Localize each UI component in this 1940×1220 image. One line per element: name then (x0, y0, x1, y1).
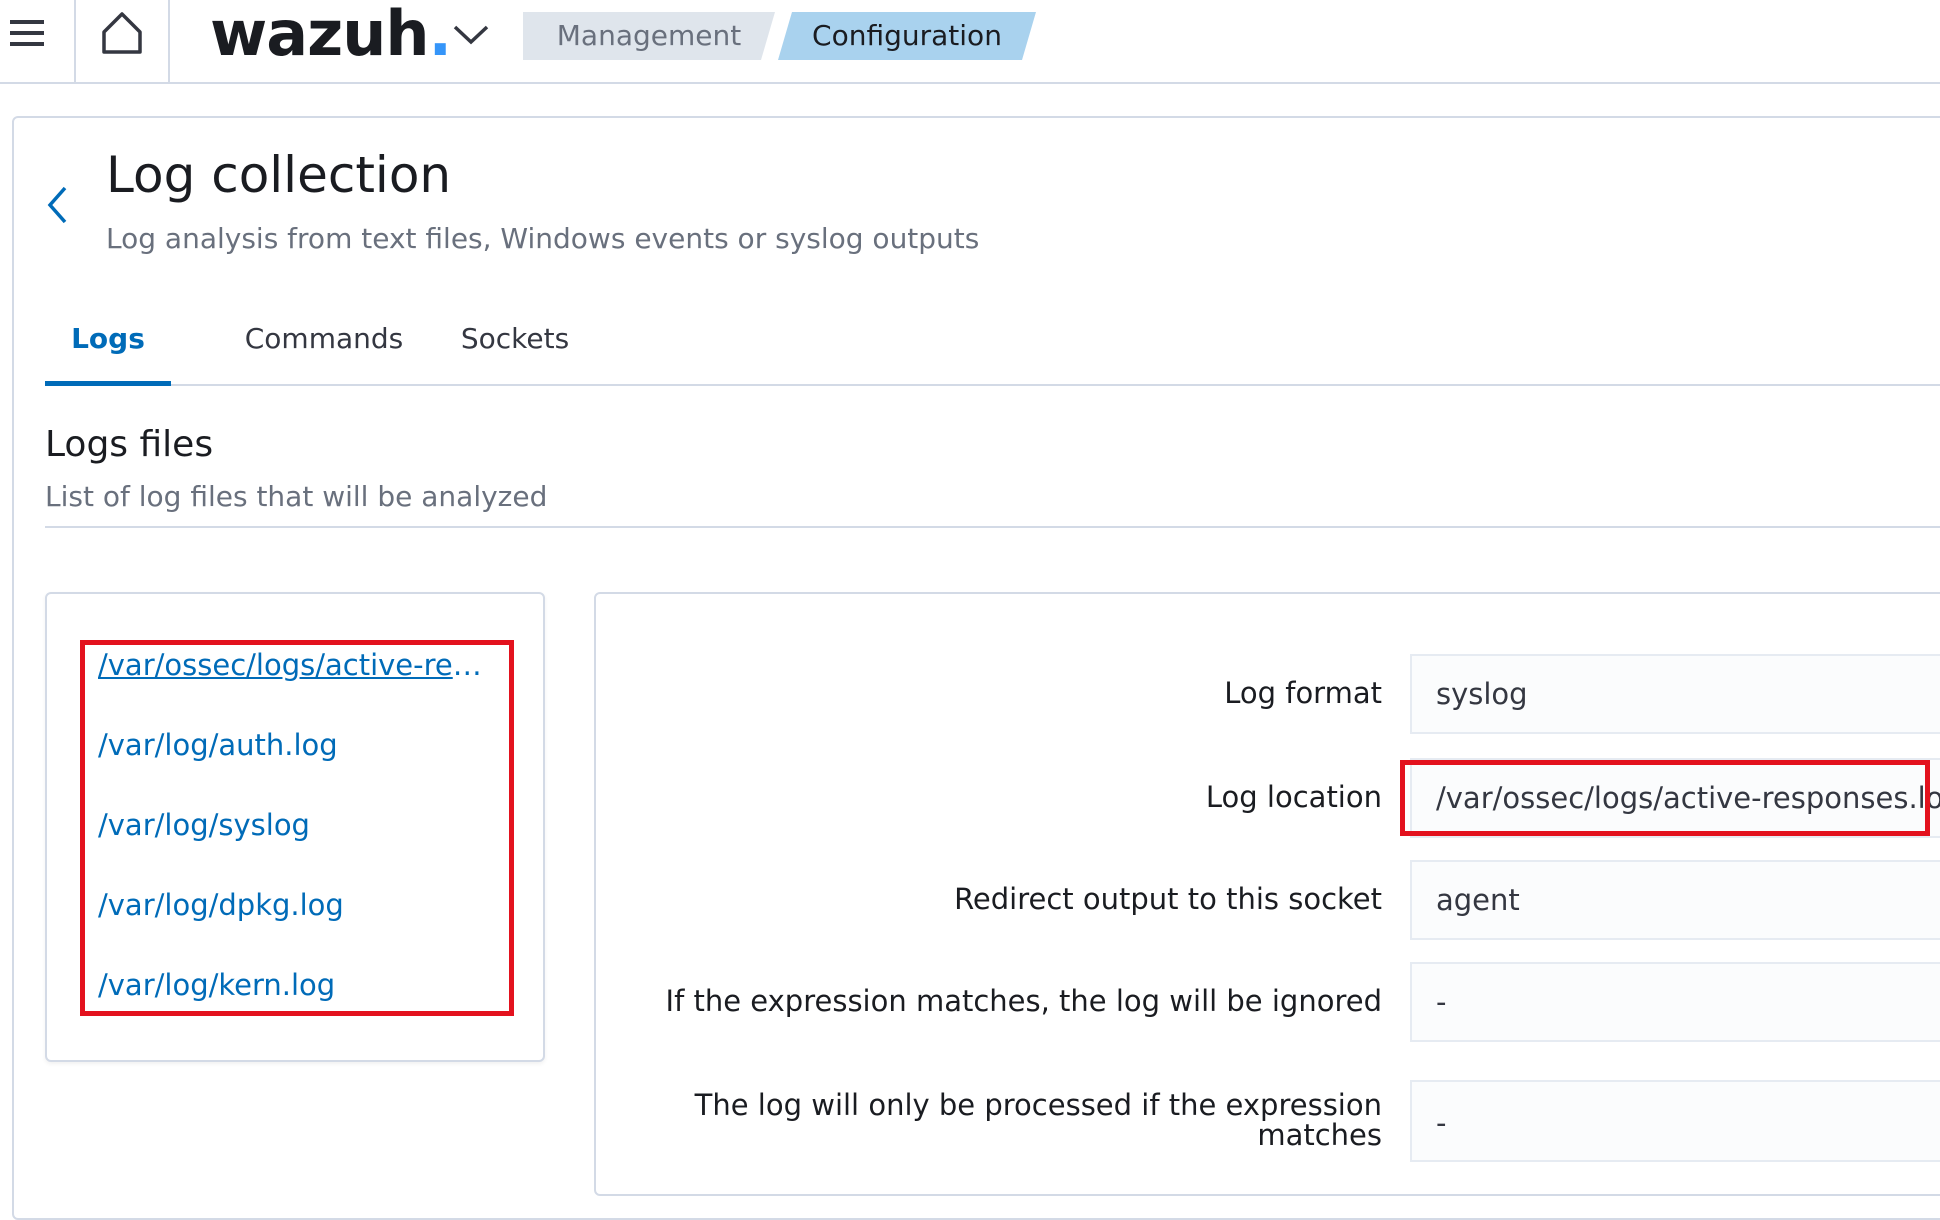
divider (74, 0, 76, 82)
section-divider (45, 526, 1940, 528)
section-title: Logs files (45, 424, 214, 465)
page-subtitle: Log analysis from text files, Windows ev… (106, 222, 980, 255)
breadcrumb-configuration: Configuration (778, 12, 1036, 60)
highlight-box (1400, 760, 1930, 836)
top-navigation-bar: wazuh. Management Configuration (0, 0, 1940, 84)
redirect-socket-value: agent (1410, 860, 1940, 940)
chevron-down-icon[interactable] (452, 24, 490, 46)
log-format-value: syslog (1410, 654, 1940, 734)
tab-commands[interactable]: Commands (201, 300, 447, 384)
highlight-box (80, 640, 514, 1016)
back-arrow-icon[interactable] (44, 184, 70, 226)
log-format-label: Log format (1224, 676, 1382, 710)
tab-sockets[interactable]: Sockets (449, 300, 581, 384)
restrict-expression-label: The log will only be processed if the ex… (694, 1088, 1382, 1152)
redirect-socket-label: Redirect output to this socket (954, 882, 1382, 916)
ignore-expression-value: - (1410, 962, 1940, 1042)
restrict-expression-value: - (1410, 1080, 1940, 1162)
page-title: Log collection (106, 146, 452, 204)
ignore-expression-label: If the expression matches, the log will … (665, 984, 1382, 1018)
menu-icon[interactable] (10, 20, 44, 46)
breadcrumb-management[interactable]: Management (523, 12, 775, 60)
log-location-label: Log location (1205, 780, 1382, 814)
section-subtitle: List of log files that will be analyzed (45, 480, 548, 513)
tab-bar: Logs Commands Sockets (45, 300, 1940, 386)
tab-logs[interactable]: Logs (45, 300, 171, 386)
wazuh-logo[interactable]: wazuh. (210, 0, 452, 74)
home-icon[interactable] (99, 10, 145, 56)
divider (168, 0, 170, 82)
